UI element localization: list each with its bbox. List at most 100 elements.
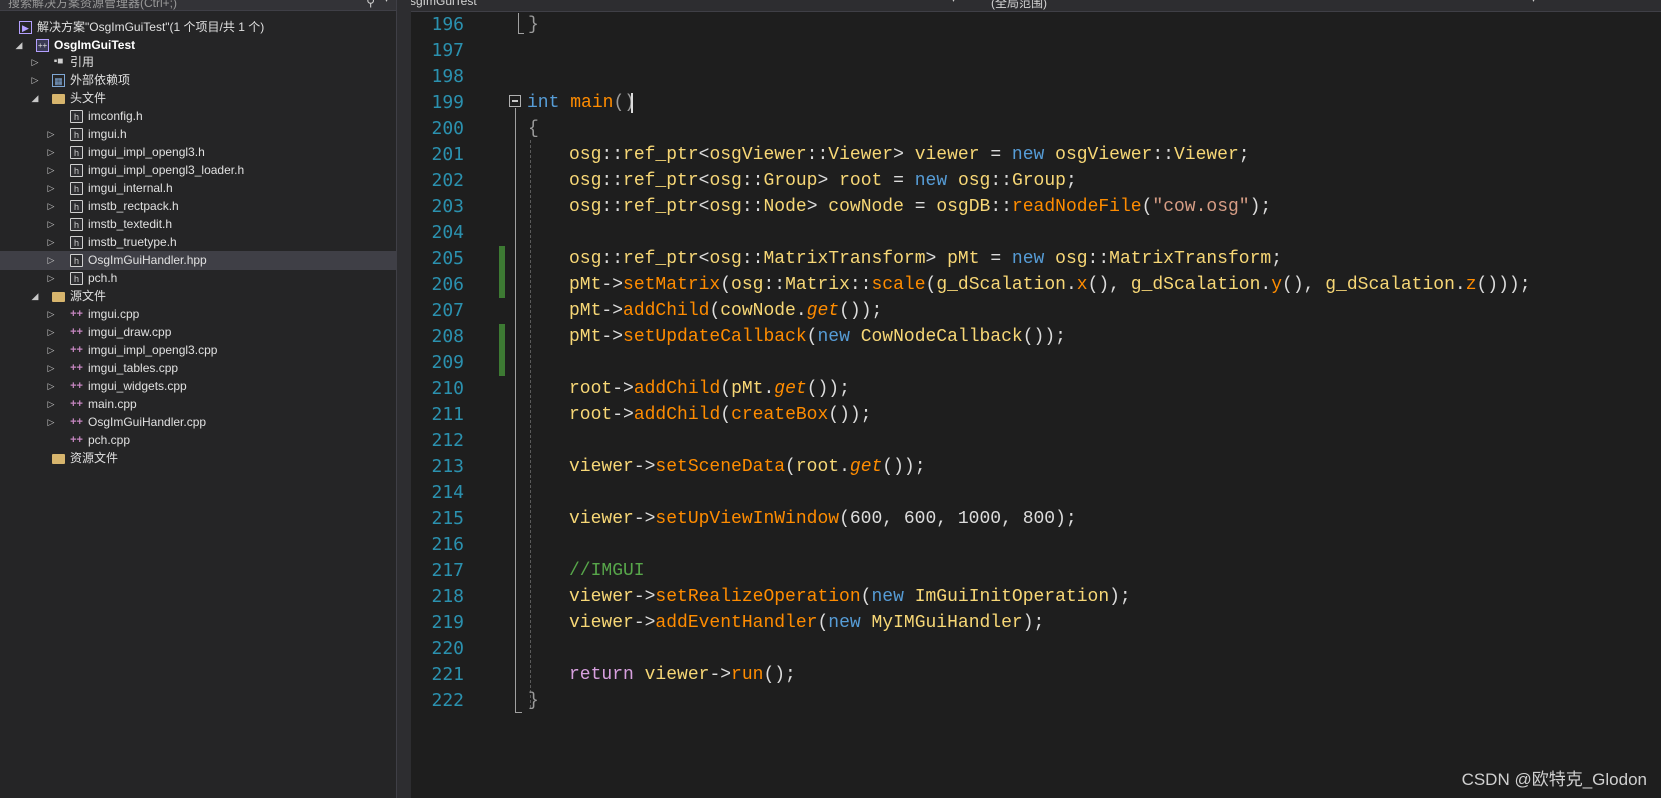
chevron-right-icon[interactable]: ▷ [45, 125, 57, 144]
tree-item-file[interactable]: ▷ h imgui_impl_opengl3.h [0, 143, 396, 162]
tree-item-label: imgui.h [88, 127, 127, 141]
token: Matrix [785, 275, 850, 295]
tree-item-file[interactable]: ▷ h imgui_internal.h [0, 179, 396, 198]
project-dropdown-label: OsgImGuiTest [411, 0, 477, 8]
line-number: 212 [431, 430, 464, 451]
scope-dropdown[interactable]: (全局范围) [991, 0, 1047, 10]
project-dropdown[interactable]: ▣ OsgImGuiTest [411, 0, 477, 10]
chevron-right-icon[interactable]: ▷ [45, 341, 57, 360]
code-line[interactable]: viewer->addEventHandler(new MyIMGuiHandl… [569, 610, 1044, 636]
tree-item-file[interactable]: ▷ h imgui_impl_opengl3_loader.h [0, 161, 396, 180]
line-number: 220 [431, 638, 464, 659]
tree-item-external-deps[interactable]: ▷ ▦ 外部依赖项 [0, 71, 396, 90]
code-line[interactable]: //IMGUI [569, 558, 645, 584]
tree-item-sources-folder[interactable]: ◢ 源文件 [0, 287, 396, 306]
code-line[interactable]: viewer->setSceneData(root.get()); [569, 454, 926, 480]
chevron-right-icon[interactable]: ▷ [29, 71, 41, 90]
chevron-expanded-icon[interactable]: ◢ [29, 287, 41, 306]
tree-item-file-selected[interactable]: ▷ h OsgImGuiHandler.hpp [0, 251, 396, 270]
chevron-right-icon[interactable]: ▷ [45, 413, 57, 432]
chevron-right-icon[interactable]: ▷ [45, 179, 57, 198]
token: > [925, 249, 948, 269]
chevron-down-icon[interactable]: ▾ [951, 0, 956, 5]
tree-item-resources-folder[interactable]: 资源文件 [0, 449, 396, 468]
line-number: 201 [431, 144, 464, 165]
token: addChild [633, 379, 721, 399]
tree-item-headers-folder[interactable]: ◢ 头文件 [0, 89, 396, 108]
solution-search-box[interactable]: 搜索解决方案资源管理器(Ctrl+;) ⚲ ▾ [0, 0, 396, 11]
chevron-expanded-icon[interactable]: ◢ [29, 89, 41, 108]
chevron-right-icon[interactable]: ▷ [45, 197, 57, 216]
chevron-right-icon[interactable]: ▷ [45, 269, 57, 288]
code-line[interactable]: { [528, 116, 539, 142]
token: addChild [633, 405, 721, 425]
tree-item-file[interactable]: ▷ ++ imgui_impl_opengl3.cpp [0, 341, 396, 360]
tree-item-file[interactable]: ▷ ++ imgui_widgets.cpp [0, 377, 396, 396]
chevron-right-icon[interactable]: ▷ [45, 323, 57, 342]
code-line[interactable]: } [528, 12, 539, 38]
code-line[interactable]: viewer->setRealizeOperation(new ImGuiIni… [569, 584, 1131, 610]
tree-item-file[interactable]: h imconfig.h [0, 107, 396, 126]
code-line[interactable]: pMt->addChild(cowNode.get()); [569, 298, 882, 324]
line-number: 214 [431, 482, 464, 503]
line-number: 219 [431, 612, 464, 633]
indent-guide [530, 140, 531, 708]
solution-search-input[interactable]: 搜索解决方案资源管理器(Ctrl+;) [8, 0, 177, 11]
code-line[interactable]: osg::ref_ptr<osg::Node> cowNode = osgDB:… [569, 194, 1271, 220]
chevron-right-icon[interactable]: ▷ [45, 215, 57, 234]
code-line[interactable]: int main() [527, 90, 635, 116]
token: MatrixTransform [763, 249, 926, 269]
chevron-down-icon[interactable]: ▾ [384, 0, 389, 5]
chevron-right-icon[interactable]: ▷ [45, 143, 57, 162]
token: MyIMGuiHandler [871, 613, 1023, 633]
code-line[interactable]: } [528, 688, 539, 714]
change-indicator [499, 324, 505, 376]
token: ); [1109, 587, 1131, 607]
collapse-icon[interactable] [509, 95, 521, 107]
code-line[interactable]: osg::ref_ptr<osgViewer::Viewer> viewer =… [569, 142, 1250, 168]
tree-item-file[interactable]: ▷ ++ OsgImGuiHandler.cpp [0, 413, 396, 432]
code-line[interactable]: pMt->setUpdateCallback(new CowNodeCallba… [569, 324, 1066, 350]
code-line[interactable]: root->addChild(createBox()); [569, 402, 872, 428]
tree-item-references[interactable]: ▷ ▪■ 引用 [0, 53, 396, 72]
code-line[interactable]: osg::ref_ptr<osg::MatrixTransform> pMt =… [569, 246, 1282, 272]
chevron-right-icon[interactable]: ▷ [45, 395, 57, 414]
chevron-right-icon[interactable]: ▷ [45, 233, 57, 252]
tree-item-file[interactable]: ▷ ++ imgui_tables.cpp [0, 359, 396, 378]
tree-item-file[interactable]: ▷ h imgui.h [0, 125, 396, 144]
code-line[interactable]: viewer->setUpViewInWindow(600, 600, 1000… [569, 506, 1077, 532]
chevron-right-icon[interactable]: ▷ [45, 359, 57, 378]
chevron-right-icon[interactable]: ▷ [45, 161, 57, 180]
token: ); [1249, 197, 1272, 217]
search-icon[interactable]: ⚲ [366, 0, 375, 9]
tree-item-solution[interactable]: ▶ 解决方案"OsgImGuiTest"(1 个项目/共 1 个) [0, 18, 396, 37]
line-number: 207 [431, 300, 464, 321]
chevron-right-icon[interactable]: ▷ [45, 251, 57, 270]
line-number: 200 [431, 118, 464, 139]
tree-item-file[interactable]: ▷ ++ imgui_draw.cpp [0, 323, 396, 342]
tree-item-file[interactable]: ▷ h pch.h [0, 269, 396, 288]
chevron-right-icon[interactable]: ▷ [45, 377, 57, 396]
chevron-down-icon[interactable]: ▾ [1531, 0, 1536, 5]
tree-item-file[interactable]: ▷ ++ imgui.cpp [0, 305, 396, 324]
token: main [570, 93, 614, 113]
tree-item-label: imgui_tables.cpp [88, 361, 179, 375]
code-line[interactable]: osg::ref_ptr<osg::Group> root = new osg:… [569, 168, 1077, 194]
splitter[interactable] [397, 0, 411, 798]
token: new [914, 171, 948, 191]
tree-item-file[interactable]: ▷ h imstb_truetype.h [0, 233, 396, 252]
code-line[interactable]: root->addChild(pMt.get()); [569, 376, 850, 402]
tree-item-file[interactable]: ▷ h imstb_textedit.h [0, 215, 396, 234]
token: ( [720, 405, 732, 425]
tree-item-file[interactable]: ▷ h imstb_rectpack.h [0, 197, 396, 216]
token: y [1271, 275, 1283, 295]
line-number: 216 [431, 534, 464, 555]
code-line[interactable]: return viewer->run(); [569, 662, 796, 688]
chevron-right-icon[interactable]: ▷ [45, 305, 57, 324]
tree-item-label: main.cpp [88, 397, 137, 411]
code-line[interactable]: pMt->setMatrix(osg::Matrix::scale(g_dSca… [569, 272, 1531, 298]
tree-item-file[interactable]: ++ pch.cpp [0, 431, 396, 450]
tree-item-file[interactable]: ▷ ++ main.cpp [0, 395, 396, 414]
chevron-right-icon[interactable]: ▷ [29, 53, 41, 72]
code-editor[interactable]: ▣ OsgImGuiTest ▾ (全局范围) ▾ 196 197 198 19… [411, 0, 1661, 798]
